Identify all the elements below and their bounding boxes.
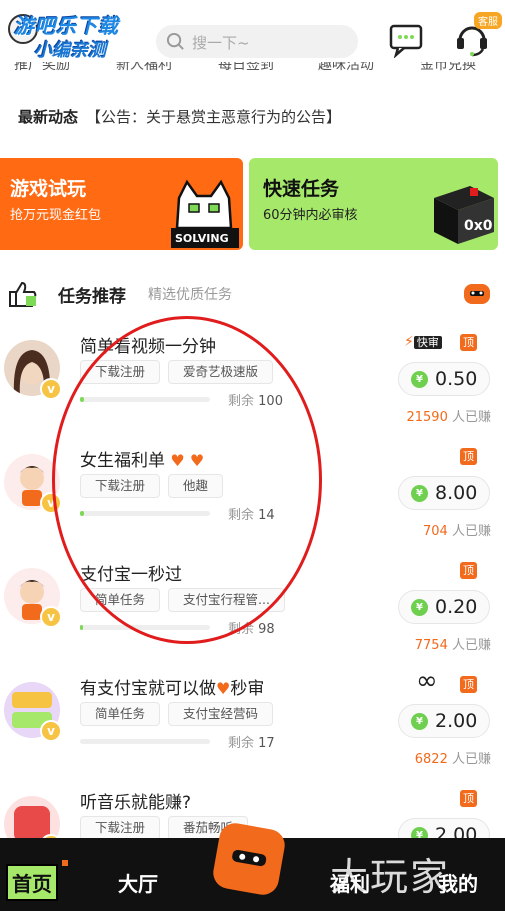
center-mascot-button[interactable] <box>210 820 288 898</box>
annotation-circle <box>52 316 322 644</box>
earned-count: 7754 人已赚 <box>414 638 491 653</box>
fast-review-badge: ⚡ 快审 <box>404 334 442 351</box>
lightning-icon: ⚡ <box>404 334 414 350</box>
task-section-header: 任务推荐 精选优质任务 <box>0 278 505 312</box>
section-subtitle: 精选优质任务 <box>148 287 232 303</box>
news-ticker[interactable]: 最新动态 【公告：关于悬赏主恶意行为的公告】 <box>18 106 341 128</box>
message-icon[interactable] <box>388 22 424 58</box>
reward-amount: 0.20 <box>435 596 478 618</box>
earned-count: 704 人已赚 <box>423 524 491 539</box>
section-title: 任务推荐 <box>58 287 126 307</box>
news-text: 【公告：关于悬赏主恶意行为的公告】 <box>86 108 342 126</box>
task-name: 有支付宝就可以做♥秒审 <box>80 679 265 699</box>
logo-text-2: 小编亲测 <box>34 40 106 61</box>
search-input[interactable]: 搜一下~ <box>156 25 358 58</box>
task-name: 听音乐就能赚? <box>80 793 192 813</box>
reward-amount: 8.00 <box>435 482 478 504</box>
verified-badge: v <box>40 606 62 628</box>
mascot-icon[interactable] <box>462 282 492 306</box>
reward-pill: ¥8.00 <box>398 476 490 510</box>
reward-amount: 2.00 <box>435 710 478 732</box>
news-tag: 最新动态 <box>18 108 79 126</box>
pinned-badge: 顶 <box>460 562 477 579</box>
tab-hall[interactable]: 大厅 <box>118 868 158 897</box>
mascot-icon <box>232 849 267 867</box>
subnav-item[interactable]: 每日签到 <box>218 62 274 74</box>
task-tags: 简单任务 支付宝经营码 <box>80 702 281 726</box>
watermark-text: 大玩家 <box>330 855 451 899</box>
subnav-item[interactable]: 金币兑换 <box>420 62 476 74</box>
cat-illustration-icon: SOLVING <box>171 179 239 248</box>
subnav-item[interactable]: 新人福利 <box>116 62 172 74</box>
thumbs-up-icon <box>9 281 37 307</box>
quick-task-banner[interactable]: 快速任务 60分钟内必审核 0x0 <box>249 158 498 250</box>
banner-subtitle: 60分钟内必审核 <box>263 208 358 223</box>
game-trial-banner[interactable]: 游戏试玩 抢万元现金红包 SOLVING <box>0 158 243 250</box>
verified-badge: v <box>40 378 62 400</box>
notification-dot <box>62 860 68 866</box>
subnav-item[interactable]: 推广奖励 <box>14 62 70 74</box>
pinned-badge: 顶 <box>460 790 477 807</box>
yen-icon: ¥ <box>411 485 428 502</box>
header: 游吧乐下载 小编亲测 搜一下~ 客服 推广奖励 新人福利 每日签到 趣味活动 金… <box>0 0 505 82</box>
search-placeholder: 搜一下~ <box>192 34 250 52</box>
banner-subtitle: 抢万元现金红包 <box>10 208 102 223</box>
banner-title: 快速任务 <box>263 178 340 200</box>
pinned-badge: 顶 <box>460 676 477 693</box>
timer-box-icon: 0x0 <box>434 186 494 244</box>
reward-pill: ¥0.50 <box>398 362 490 396</box>
logo-text-1: 游吧乐下载 <box>14 14 119 38</box>
banner-title: 游戏试玩 <box>10 178 87 200</box>
earned-count: 21590 人已赚 <box>406 410 491 425</box>
pinned-badge: 顶 <box>460 334 477 351</box>
customer-service-badge: 客服 <box>474 12 502 29</box>
task-item[interactable]: v 有支付宝就可以做♥秒审 简单任务 支付宝经营码 剩余 17 ∞ 顶 ¥2.00… <box>0 666 505 784</box>
progress-fill <box>80 625 83 630</box>
svg-text:SOLVING: SOLVING <box>175 232 229 245</box>
reward-pill: ¥2.00 <box>398 704 490 738</box>
sub-navigation: 推广奖励 新人福利 每日签到 趣味活动 金币兑换 <box>0 62 505 76</box>
reward-pill: ¥0.20 <box>398 590 490 624</box>
task-remaining: 剩余 17 <box>228 736 275 751</box>
pinned-badge: 顶 <box>460 448 477 465</box>
task-tag: 下载注册 <box>80 816 161 840</box>
search-icon <box>166 32 184 50</box>
reward-amount: 0.50 <box>435 368 478 390</box>
task-tag: 简单任务 <box>80 702 161 726</box>
subnav-item[interactable]: 趣味活动 <box>318 62 374 74</box>
yen-icon: ¥ <box>411 371 428 388</box>
yen-icon: ¥ <box>411 713 428 730</box>
tab-home[interactable]: 首页 <box>6 864 58 901</box>
app-logo[interactable]: 游吧乐下载 小编亲测 <box>8 8 148 64</box>
verified-badge: v <box>40 720 62 742</box>
earned-count: 6822 人已赚 <box>414 752 491 767</box>
task-tag: 支付宝经营码 <box>168 702 274 726</box>
svg-text:0x0: 0x0 <box>464 218 493 234</box>
task-progress-bar <box>80 739 210 744</box>
infinity-icon: ∞ <box>416 666 438 696</box>
heart-icon: ♥ <box>216 679 231 698</box>
yen-icon: ¥ <box>411 599 428 616</box>
